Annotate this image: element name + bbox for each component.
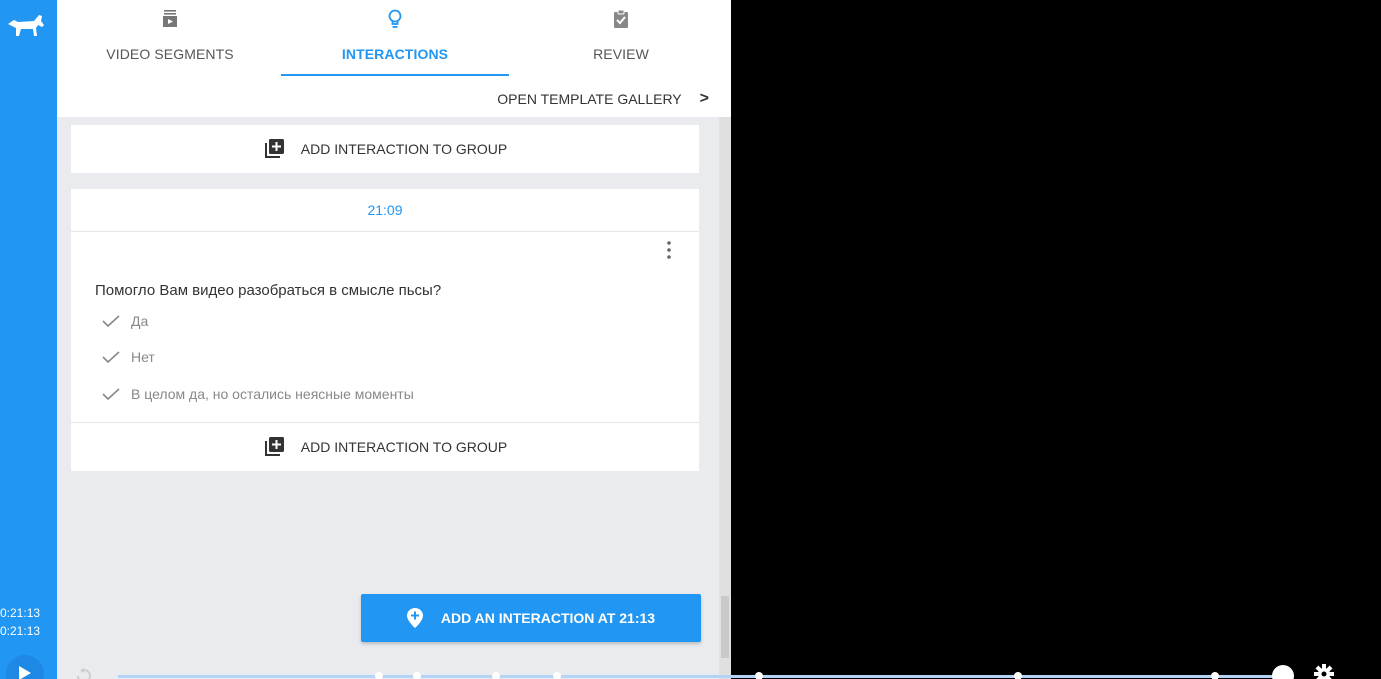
play-icon <box>19 666 31 679</box>
tab-video-segments-label: VIDEO SEGMENTS <box>106 46 234 62</box>
more-vert-icon[interactable] <box>666 240 672 260</box>
timeline-marker[interactable] <box>1211 672 1219 679</box>
video-segments-icon <box>163 10 177 27</box>
clipboard-check-icon <box>614 9 628 28</box>
tab-video-segments[interactable]: VIDEO SEGMENTS <box>82 0 258 78</box>
tab-review[interactable]: REVIEW <box>541 0 701 78</box>
timeline-marker[interactable] <box>413 672 421 679</box>
add-interaction-at-time-label: ADD AN INTERACTION AT 21:13 <box>440 610 656 626</box>
editor-root: 0:21:13 0:21:13 VIDEO SEGMENTS INTERACTI… <box>0 0 1381 679</box>
timeline-marker[interactable] <box>755 672 763 679</box>
left-rail: 0:21:13 0:21:13 <box>0 0 57 679</box>
add-interaction-to-group-button[interactable]: ADD INTERACTION TO GROUP <box>71 422 699 470</box>
interaction-group-card: 21:09 Помогло Вам видео разобраться в см… <box>71 189 699 471</box>
dog-logo-icon[interactable] <box>6 12 46 38</box>
panel-header: VIDEO SEGMENTS INTERACTIONS REVIEW OPEN … <box>57 0 731 117</box>
timeline-marker[interactable] <box>553 672 561 679</box>
group-timestamp[interactable]: 21:09 <box>71 189 699 232</box>
current-time: 0:21:13 <box>0 606 41 620</box>
timeline-progress-bar[interactable] <box>118 675 1283 678</box>
tab-review-label: REVIEW <box>593 46 649 62</box>
open-template-gallery-link[interactable]: OPEN TEMPLATE GALLERY > <box>497 90 709 108</box>
rewind-icon[interactable] <box>74 668 94 679</box>
tab-interactions-label: INTERACTIONS <box>341 46 449 62</box>
answer-option: В целом да, но остались неясные моменты <box>101 386 414 402</box>
scrollbar-track[interactable] <box>719 117 731 679</box>
lightbulb-icon <box>388 9 402 28</box>
interactions-panel: VIDEO SEGMENTS INTERACTIONS REVIEW OPEN … <box>57 0 731 679</box>
chevron-right-icon: > <box>699 90 709 107</box>
add-interaction-to-group-label: ADD INTERACTION TO GROUP <box>300 141 508 157</box>
active-tab-indicator <box>281 74 509 76</box>
library-add-icon <box>264 139 284 158</box>
answer-option: Да <box>101 313 148 329</box>
total-time: 0:21:13 <box>0 624 41 638</box>
answer-label: Нет <box>131 349 155 365</box>
gear-icon[interactable] <box>1313 663 1335 679</box>
tab-interactions[interactable]: INTERACTIONS <box>281 0 509 78</box>
check-icon <box>102 388 120 401</box>
answer-option: Нет <box>101 349 155 365</box>
interaction-group-card: ADD INTERACTION TO GROUP <box>71 125 699 173</box>
question-text[interactable]: Помогло Вам видео разобраться в смысле п… <box>95 282 441 299</box>
add-interaction-to-group-button[interactable]: ADD INTERACTION TO GROUP <box>71 125 699 173</box>
timeline-marker[interactable] <box>375 672 383 679</box>
add-interaction-at-time-button[interactable]: ADD AN INTERACTION AT 21:13 <box>361 594 701 642</box>
answer-label: В целом да, но остались неясные моменты <box>131 386 414 402</box>
check-icon <box>102 351 120 364</box>
timeline-marker[interactable] <box>1014 672 1022 679</box>
add-interaction-to-group-label: ADD INTERACTION TO GROUP <box>300 438 508 455</box>
library-add-icon <box>264 436 284 456</box>
timeline-marker[interactable] <box>492 672 500 679</box>
add-location-icon <box>406 608 423 628</box>
scrollbar-thumb[interactable] <box>721 596 729 658</box>
open-template-gallery-label: OPEN TEMPLATE GALLERY <box>497 91 682 107</box>
check-icon <box>102 315 120 328</box>
answer-label: Да <box>131 313 149 329</box>
timeline-scrubber-knob[interactable] <box>1272 665 1294 679</box>
